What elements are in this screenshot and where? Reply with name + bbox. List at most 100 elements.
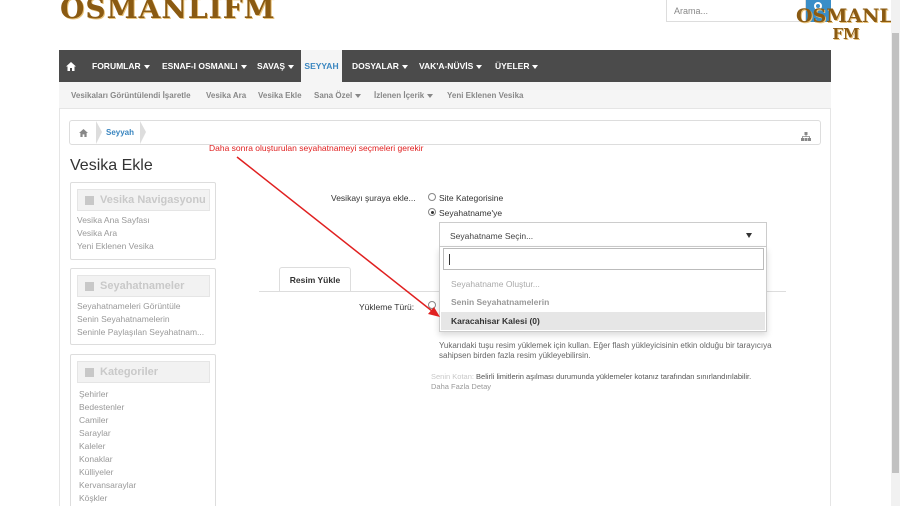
category-link[interactable]: Kervansaraylar <box>79 480 136 490</box>
sidebar-link-view-travelogues[interactable]: Seyahatnameleri Görüntüle <box>77 301 180 311</box>
content-border-right <box>830 109 831 506</box>
breadcrumb: Seyyah <box>69 120 821 145</box>
nav-savas-label: SAVAŞ <box>257 61 286 71</box>
nav-vakanuvis[interactable]: VAK'A-NÜVİS <box>419 50 483 82</box>
navigation-icon <box>85 196 94 205</box>
category-link[interactable]: Saraylar <box>79 428 111 438</box>
chevron-down-icon <box>401 64 408 69</box>
nav-dosyalar[interactable]: DOSYALAR <box>352 50 408 82</box>
breadcrumb-separator <box>140 121 146 144</box>
dropdown-create-option[interactable]: Seyahatname Oluştur... <box>451 279 540 289</box>
category-link[interactable]: Camiler <box>79 415 108 425</box>
nav-forumlar[interactable]: FORUMLAR <box>92 50 150 82</box>
page: { "logo": { "left_text": "OSMANLIFM", "r… <box>0 0 900 506</box>
sidebar-link-home[interactable]: Vesika Ana Sayfası <box>77 215 150 225</box>
sidebar-travelogues-block: Seyahatnameler Seyahatnameleri Görüntüle… <box>70 268 216 345</box>
dropdown-group-label: Senin Seyahatnamelerin <box>451 297 550 307</box>
category-link[interactable]: Şehirler <box>79 389 108 399</box>
nav-esnaf-label: ESNAF-I OSMANLI <box>162 61 238 71</box>
travelogue-select[interactable]: Seyahatname Seçin... <box>439 222 767 247</box>
quota-label: Senin Kotan: <box>431 372 474 381</box>
breadcrumb-separator <box>96 121 102 144</box>
page-title: Vesika Ekle <box>70 157 153 174</box>
radio-travelogue[interactable] <box>428 208 436 216</box>
chevron-down-icon <box>476 64 483 69</box>
sidebar-travelogues-header: Seyahatnameler <box>77 275 210 297</box>
category-link[interactable]: Külliyeler <box>79 467 114 477</box>
content-border-left <box>59 109 60 506</box>
sidebar-travelogues-title: Seyahatnameler <box>100 280 185 292</box>
chevron-down-icon <box>240 64 247 69</box>
sitemap-icon <box>801 132 811 141</box>
breadcrumb-seyyah[interactable]: Seyyah <box>106 121 134 144</box>
quota-text: Belirli limitlerin aşılması durumunda yü… <box>476 372 752 381</box>
sidebar-navigation-block: Vesika Navigasyonu Vesika Ana Sayfası Ve… <box>70 182 216 260</box>
subnav-watched[interactable]: İzlenen İçerik <box>374 82 434 109</box>
folder-icon <box>85 368 94 377</box>
subnav-for-you[interactable]: Sana Özel <box>314 82 362 109</box>
list-icon <box>85 282 94 291</box>
search-input[interactable]: Arama... <box>666 0 806 22</box>
sidebar-link-your-travelogues[interactable]: Senin Seyahatnamelerin <box>77 314 170 324</box>
subnav-add[interactable]: Vesika Ekle <box>258 82 302 109</box>
sub-navbar: Vesikaları Görüntülendi İşaretle Vesika … <box>59 82 831 109</box>
annotation-text: Daha sonra oluşturulan seyahatnameyi seç… <box>209 143 424 153</box>
site-logo-badge: OSMANLI FM <box>796 5 900 42</box>
site-logo[interactable]: OSMANLIFM <box>60 0 276 25</box>
nav-dosyalar-label: DOSYALAR <box>352 61 399 71</box>
breadcrumb-home[interactable] <box>70 121 96 144</box>
page-scrollbar[interactable] <box>891 0 900 506</box>
home-icon <box>66 61 76 71</box>
home-icon <box>78 128 88 137</box>
sitemap-button[interactable] <box>801 128 811 146</box>
nav-uyeler-label: ÜYELER <box>495 61 530 71</box>
dropdown-option[interactable]: Karacahisar Kalesi (0) <box>451 316 540 326</box>
upload-help-text: Yukarıdaki tuşu resim yüklemek için kull… <box>439 341 772 360</box>
travelogue-select-value: Seyahatname Seçin... <box>450 231 534 241</box>
category-link[interactable]: Konaklar <box>79 454 113 464</box>
scrollbar-thumb[interactable] <box>892 33 899 473</box>
travelogue-dropdown: Seyahatname Oluştur... Senin Seyahatname… <box>439 247 767 332</box>
radio-upload-type[interactable] <box>428 301 436 309</box>
chevron-down-icon <box>355 93 362 98</box>
subnav-search[interactable]: Vesika Ara <box>206 82 246 109</box>
nav-vakanuvis-label: VAK'A-NÜVİS <box>419 61 474 71</box>
subnav-for-you-label: Sana Özel <box>314 91 353 100</box>
subnav-mark-viewed[interactable]: Vesikaları Görüntülendi İşaretle <box>71 82 191 109</box>
sidebar-link-shared-travelogues[interactable]: Seninle Paylaşılan Seyahatnam... <box>77 327 204 337</box>
quota-info: Senin Kotan: Belirli limitlerin aşılması… <box>431 372 771 392</box>
chevron-down-icon <box>288 64 295 69</box>
sidebar-navigation-header: Vesika Navigasyonu <box>77 189 210 211</box>
nav-home[interactable] <box>59 50 83 82</box>
more-detail-link[interactable]: Daha Fazla Detay <box>431 382 491 391</box>
sidebar-link-search[interactable]: Vesika Ara <box>77 228 117 238</box>
nav-seyyah-label: SEYYAH <box>304 61 339 71</box>
radio-site-category-label[interactable]: Site Kategorisine <box>439 193 503 203</box>
sidebar-navigation-title: Vesika Navigasyonu <box>100 194 206 206</box>
nav-seyyah[interactable]: SEYYAH <box>301 50 342 82</box>
text-cursor <box>449 254 450 265</box>
nav-uyeler[interactable]: ÜYELER <box>495 50 539 82</box>
radio-site-category[interactable] <box>428 193 436 201</box>
subnav-new[interactable]: Yeni Eklenen Vesika <box>447 82 524 109</box>
logo-badge-line1: OSMANLI <box>796 5 900 27</box>
tab-upload-image[interactable]: Resim Yükle <box>279 267 351 292</box>
category-link[interactable]: Bedestenler <box>79 402 124 412</box>
chevron-down-icon <box>427 93 434 98</box>
chevron-down-icon <box>532 64 539 69</box>
sidebar-categories-block: Kategoriler Şehirler Bedestenler Camiler… <box>70 354 216 506</box>
category-link[interactable]: Köşkler <box>79 493 107 503</box>
main-navbar: FORUMLAR ESNAF-I OSMANLI SAVAŞ SEYYAH DO… <box>59 50 831 82</box>
nav-forumlar-label: FORUMLAR <box>92 61 141 71</box>
subnav-watched-label: İzlenen İçerik <box>374 91 425 100</box>
chevron-down-icon <box>746 233 752 238</box>
add-to-label: Vesikayı şuraya ekle... <box>331 193 416 203</box>
sidebar-link-new[interactable]: Yeni Eklenen Vesika <box>77 241 154 251</box>
dropdown-search-input[interactable] <box>443 248 764 270</box>
nav-esnaf[interactable]: ESNAF-I OSMANLI <box>162 50 247 82</box>
category-link[interactable]: Kaleler <box>79 441 105 451</box>
sidebar-categories-title: Kategoriler <box>100 366 159 378</box>
nav-savas[interactable]: SAVAŞ <box>257 50 295 82</box>
radio-travelogue-label[interactable]: Seyahatname'ye <box>439 208 502 218</box>
sidebar-categories-header: Kategoriler <box>77 361 210 383</box>
